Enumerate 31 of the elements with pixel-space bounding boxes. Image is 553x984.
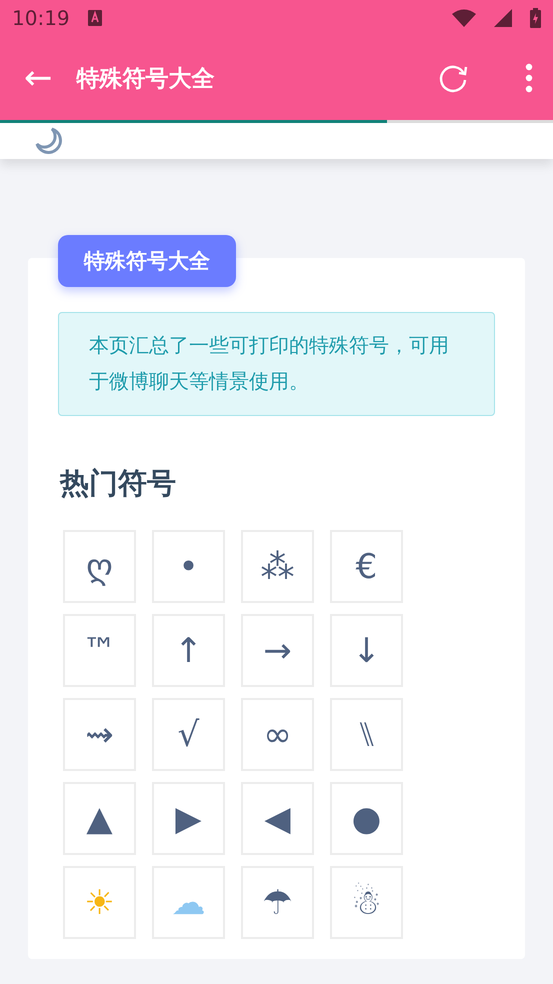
symbol-tile[interactable]: ⇝ [63,698,136,771]
symbol-tile[interactable]: ▶ [152,782,225,855]
symbol-tile[interactable]: → [241,614,314,687]
symbol-tile[interactable]: ⁂ [241,530,314,603]
wifi-icon [452,9,476,27]
more-icon [525,63,533,93]
symbol-tile[interactable]: ▲ [63,782,136,855]
symbol-tile[interactable]: ☃ [330,866,403,939]
toolbar-title: 特殊符号大全 [76,64,214,94]
battery-icon [530,8,541,28]
symbol-tile[interactable]: ● [330,782,403,855]
moon-icon[interactable] [34,126,64,156]
symbol-tile[interactable]: ↓ [330,614,403,687]
symbol-tile[interactable]: € [330,530,403,603]
notice-text: 本页汇总了一些可打印的特殊符号，可用于微博聊天等情景使用。 [58,312,495,416]
symbol-tile[interactable]: √ [152,698,225,771]
status-time: 10:19 [12,6,70,30]
symbol-tile[interactable]: ◀ [241,782,314,855]
symbol-tile[interactable]: ☂ [241,866,314,939]
symbol-tile[interactable]: ∞ [241,698,314,771]
symbol-tile[interactable]: ⑊ [330,698,403,771]
page-badge: 特殊符号大全 [58,235,236,287]
back-button[interactable]: ← [24,61,52,95]
more-options-button[interactable] [525,63,533,93]
symbol-tile[interactable]: • [152,530,225,603]
notification-icon [88,10,102,26]
symbol-tile[interactable]: ™ [63,614,136,687]
section-heading: 热门符号 [60,465,177,502]
signal-icon [494,9,512,27]
symbol-tile[interactable]: ↑ [152,614,225,687]
symbol-tile[interactable]: ღ [63,530,136,603]
